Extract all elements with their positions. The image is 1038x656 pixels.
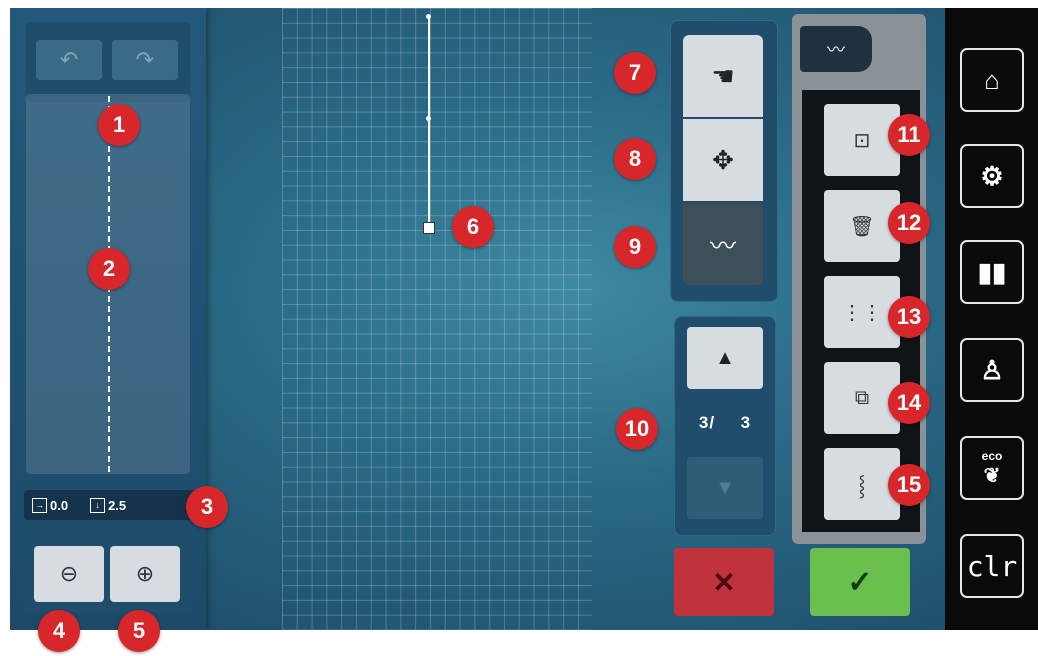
callout-8: 8 — [614, 138, 656, 180]
new-stitch-icon: ⊡ — [853, 129, 871, 152]
stitch-width-icon: → — [32, 497, 47, 513]
up-arrow-icon: ▲ — [715, 346, 735, 369]
eco-label: eco — [981, 448, 1003, 463]
draw-tool-button[interactable]: 〰 — [683, 203, 763, 285]
book-icon: ▮▮ — [977, 256, 1007, 287]
stitch-editor-screen: ↶ ↷ → 0.0 ↓ 2.5 ⊖ ⊕ ☚ ✥ 〰 ▲ 3/ 3 ▼ ✕ ✓ 〰… — [10, 8, 945, 630]
zoom-out-icon: ⊖ — [59, 561, 79, 586]
callout-5: 5 — [118, 610, 160, 652]
stitch-length-value: 2.5 — [108, 497, 127, 513]
stitch-length-readout: ↓ 2.5 — [90, 497, 127, 513]
seam-point — [426, 116, 431, 121]
total-pages: 3 — [740, 413, 752, 432]
callout-11: 11 — [888, 114, 930, 156]
sewing-consultant-button[interactable]: ♙ — [960, 338, 1024, 402]
current-page: 3 — [698, 413, 710, 432]
stitch-path-icon: ⸾ — [858, 474, 866, 497]
page-up-button[interactable]: ▲ — [687, 327, 763, 389]
stitch-length-icon: ↓ — [90, 497, 106, 513]
callout-7: 7 — [614, 52, 656, 94]
clear-button[interactable]: clr — [960, 534, 1024, 598]
down-arrow-icon: ▼ — [715, 476, 735, 499]
page-separator: / — [709, 413, 716, 432]
trash-icon: 🗑 — [849, 215, 875, 238]
callout-6: 6 — [452, 206, 494, 248]
zoom-in-button[interactable]: ⊕ — [110, 546, 180, 602]
stitch-width-value: 0.0 — [50, 497, 69, 513]
home-icon: ⌂ — [984, 64, 1000, 95]
callout-1: 1 — [98, 104, 140, 146]
clear-label: clr — [966, 549, 1018, 583]
layers-icon: ⧉ — [854, 386, 870, 409]
close-icon: ✕ — [712, 566, 736, 598]
callout-13: 13 — [888, 296, 930, 338]
stitch-seam-line — [428, 16, 430, 226]
undo-redo-group: ↶ ↷ — [26, 22, 190, 102]
stitch-canvas-grid[interactable] — [282, 8, 592, 630]
stitch-pattern-icon: ⋮⋮ — [842, 301, 882, 324]
callout-3: 3 — [186, 486, 228, 528]
callout-4: 4 — [38, 610, 80, 652]
page-indicator: 3/ 3 — [675, 413, 775, 433]
stitch-info-bar: → 0.0 ↓ 2.5 — [24, 490, 198, 520]
callout-9: 9 — [614, 226, 656, 268]
eco-button[interactable]: eco ❦ — [960, 436, 1024, 500]
left-panel: ↶ ↷ → 0.0 ↓ 2.5 ⊖ ⊕ — [10, 8, 206, 630]
check-icon: ✓ — [847, 565, 873, 599]
page-navigator: ▲ 3/ 3 ▼ — [674, 316, 776, 536]
callout-12: 12 — [888, 202, 930, 244]
confirm-button[interactable]: ✓ — [810, 548, 910, 616]
move-icon: ✥ — [712, 144, 734, 175]
gear-icon: ⚙ — [980, 160, 1004, 191]
cancel-button[interactable]: ✕ — [674, 548, 774, 616]
dress-form-icon: ♙ — [980, 354, 1004, 385]
redo-button[interactable]: ↷ — [112, 40, 178, 80]
tool-selector: ☚ ✥ 〰 — [670, 20, 778, 302]
home-button[interactable]: ⌂ — [960, 48, 1024, 112]
callout-2: 2 — [88, 248, 130, 290]
zoom-group: ⊖ ⊕ — [24, 536, 192, 612]
hand-tool-button[interactable]: ☚ — [683, 35, 763, 117]
page-down-button[interactable]: ▼ — [687, 457, 763, 519]
hand-icon: ☚ — [711, 60, 735, 91]
undo-arrow-icon: ↶ — [59, 47, 79, 72]
seam-point — [426, 14, 431, 19]
callout-10: 10 — [616, 408, 658, 450]
stitch-width-readout: → 0.0 — [32, 497, 69, 513]
redo-arrow-icon: ↷ — [135, 47, 155, 72]
seam-end-handle[interactable] — [423, 222, 435, 234]
leaf-icon: ❦ — [983, 464, 1001, 487]
undo-button[interactable]: ↶ — [36, 40, 102, 80]
tutorial-button[interactable]: ▮▮ — [960, 240, 1024, 304]
submenu-tab[interactable]: 〰 — [800, 26, 872, 72]
zoom-out-button[interactable]: ⊖ — [34, 546, 104, 602]
zoom-in-icon: ⊕ — [135, 561, 155, 586]
main-sidebar: ⌂ ⚙ ▮▮ ♙ eco ❦ clr — [945, 8, 1038, 630]
callout-15: 15 — [888, 464, 930, 506]
draw-stitch-icon: 〰 — [709, 230, 736, 261]
settings-button[interactable]: ⚙ — [960, 144, 1024, 208]
draw-stitch-icon: 〰 — [827, 40, 845, 60]
callout-14: 14 — [888, 382, 930, 424]
move-tool-button[interactable]: ✥ — [683, 119, 763, 201]
